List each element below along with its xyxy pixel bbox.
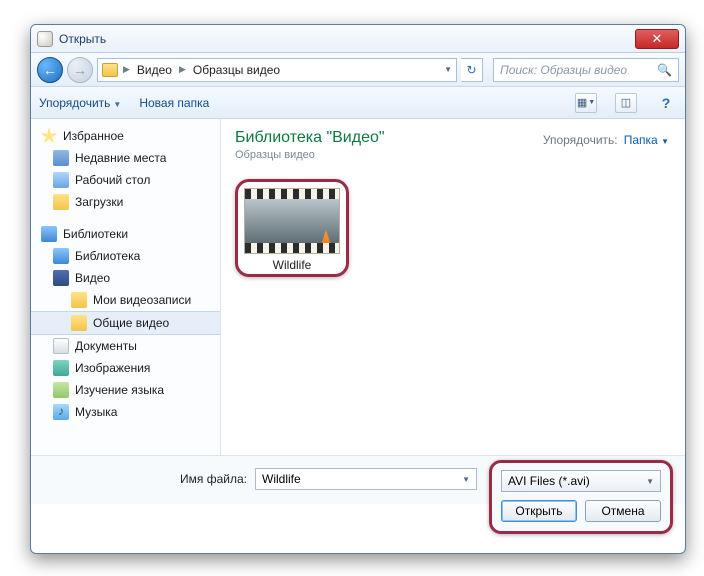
view-options-button[interactable]: ▦ ▼ xyxy=(575,93,597,113)
help-button[interactable]: ? xyxy=(655,93,677,113)
sidebar-images[interactable]: Изображения xyxy=(31,357,220,379)
video-thumbnail xyxy=(244,188,340,254)
toolbar: Упорядочить▼ Новая папка ▦ ▼ ◫ ? xyxy=(31,87,685,119)
search-input[interactable]: Поиск: Образцы видео 🔍 xyxy=(493,58,679,82)
preview-pane-button[interactable]: ◫ xyxy=(615,93,637,113)
library-icon xyxy=(53,248,69,264)
titlebar: Открыть ✕ xyxy=(31,25,685,53)
sidebar-libraries[interactable]: Библиотеки xyxy=(31,223,220,245)
folder-icon xyxy=(71,315,87,331)
music-icon: ♪ xyxy=(53,404,69,420)
search-icon: 🔍 xyxy=(657,63,672,77)
sidebar-downloads[interactable]: Загрузки xyxy=(31,191,220,213)
filetype-filter[interactable]: AVI Files (*.avi)▼ xyxy=(501,470,661,492)
folder-icon xyxy=(102,63,118,77)
chevron-down-icon[interactable]: ▼ xyxy=(646,477,654,486)
chevron-down-icon[interactable]: ▼ xyxy=(462,475,470,484)
app-icon xyxy=(37,31,53,47)
sidebar-recent[interactable]: Недавние места xyxy=(31,147,220,169)
chevron-down-icon[interactable]: ▼ xyxy=(444,65,452,74)
desktop-icon xyxy=(53,172,69,188)
arrange-by: Упорядочить: Папка ▼ xyxy=(543,133,669,147)
recent-icon xyxy=(53,150,69,166)
sidebar-desktop[interactable]: Рабочий стол xyxy=(31,169,220,191)
file-item-wildlife[interactable]: Wildlife xyxy=(235,179,349,277)
images-icon xyxy=(53,360,69,376)
filename-label: Имя файла: xyxy=(47,472,247,486)
search-placeholder: Поиск: Образцы видео xyxy=(500,63,627,77)
file-label: Wildlife xyxy=(244,258,340,272)
arrange-link[interactable]: Папка ▼ xyxy=(624,133,669,147)
lang-icon xyxy=(53,382,69,398)
close-button[interactable]: ✕ xyxy=(635,29,679,49)
back-button[interactable]: ← xyxy=(37,57,63,83)
filename-input[interactable]: Wildlife▼ xyxy=(255,468,477,490)
sidebar-documents[interactable]: Документы xyxy=(31,335,220,357)
crumb-samples[interactable]: Образцы видео xyxy=(191,63,282,77)
breadcrumb[interactable]: ▶ Видео ▶ Образцы видео ▼ xyxy=(97,58,457,82)
sidebar: Избранное Недавние места Рабочий стол За… xyxy=(31,119,221,455)
sidebar-public-videos[interactable]: Общие видео xyxy=(31,311,220,335)
chevron-right-icon[interactable]: ▶ xyxy=(120,64,133,75)
downloads-icon xyxy=(53,194,69,210)
file-list: Библиотека "Видео" Образцы видео Упорядо… xyxy=(221,119,685,455)
organize-button[interactable]: Упорядочить▼ xyxy=(39,96,121,110)
sidebar-favorites[interactable]: Избранное xyxy=(31,125,220,147)
sidebar-my-videos[interactable]: Мои видеозаписи xyxy=(31,289,220,311)
new-folder-button[interactable]: Новая папка xyxy=(139,96,209,110)
library-subtitle: Образцы видео xyxy=(235,149,671,161)
folder-icon xyxy=(71,292,87,308)
chevron-right-icon[interactable]: ▶ xyxy=(176,64,189,75)
sidebar-lang[interactable]: Изучение языка xyxy=(31,379,220,401)
sidebar-video[interactable]: Видео xyxy=(31,267,220,289)
sidebar-library[interactable]: Библиотека xyxy=(31,245,220,267)
libraries-icon xyxy=(41,226,57,242)
star-icon xyxy=(41,128,57,144)
window-title: Открыть xyxy=(59,32,635,46)
cancel-button[interactable]: Отмена xyxy=(585,500,661,522)
bottom-panel: Имя файла: Wildlife▼ AVI Files (*.avi)▼ … xyxy=(31,455,685,504)
open-dialog: Открыть ✕ ← → ▶ Видео ▶ Образцы видео ▼ … xyxy=(30,24,686,554)
nav-bar: ← → ▶ Видео ▶ Образцы видео ▼ ↻ Поиск: О… xyxy=(31,53,685,87)
documents-icon xyxy=(53,338,69,354)
open-button[interactable]: Открыть xyxy=(501,500,577,522)
refresh-button[interactable]: ↻ xyxy=(461,58,483,82)
video-icon xyxy=(53,270,69,286)
body: Избранное Недавние места Рабочий стол За… xyxy=(31,119,685,455)
crumb-video[interactable]: Видео xyxy=(135,63,174,77)
sidebar-music[interactable]: ♪Музыка xyxy=(31,401,220,423)
forward-button: → xyxy=(67,57,93,83)
action-highlight: AVI Files (*.avi)▼ Открыть Отмена xyxy=(489,460,673,534)
